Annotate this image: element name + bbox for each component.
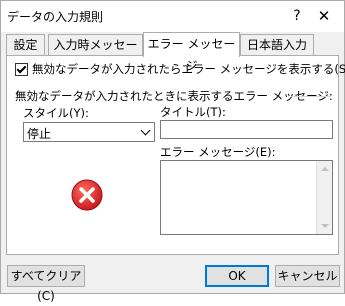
- style-label: スタイル(Y):: [23, 106, 89, 120]
- show-error-checkbox-row[interactable]: 無効なデータが入力されたらエラー メッセージを表示する(S): [15, 61, 345, 77]
- error-message-label: エラー メッセージ(E):: [160, 145, 276, 159]
- scroll-up-arrow-icon[interactable]: [317, 161, 332, 176]
- window-title: データの入力規則: [7, 10, 104, 24]
- ok-button[interactable]: OK: [205, 265, 269, 287]
- error-stop-icon: [71, 179, 103, 211]
- title-bar: データの入力規則 ? ✕: [1, 1, 344, 32]
- style-select[interactable]: 停止: [23, 122, 155, 142]
- chevron-down-icon[interactable]: [136, 123, 154, 141]
- error-message-textarea[interactable]: [160, 160, 333, 235]
- show-error-checkbox[interactable]: [15, 62, 28, 76]
- tab-ime[interactable]: 日本語入力: [240, 34, 314, 55]
- style-select-value: 停止: [27, 127, 52, 141]
- group-divider: [291, 96, 331, 97]
- tab-error-message[interactable]: エラー メッセージ: [143, 32, 240, 73]
- clear-all-button[interactable]: すべてクリア(C): [7, 265, 85, 303]
- group-label: 無効なデータが入力されたときに表示するエラー メッセージ:: [15, 89, 333, 103]
- scroll-down-arrow-icon[interactable]: [317, 219, 332, 234]
- close-button[interactable]: ✕: [309, 5, 339, 27]
- tab-settings[interactable]: 設定: [6, 34, 45, 55]
- tab-input-message[interactable]: 入力時メッセージ: [48, 34, 143, 72]
- title-input[interactable]: [160, 120, 333, 139]
- data-validation-dialog: データの入力規則 ? ✕ 設定 入力時メッセージ エラー メッセージ 日本語入力…: [0, 0, 345, 303]
- help-button[interactable]: ?: [287, 5, 307, 27]
- cancel-button[interactable]: キャンセル: [275, 265, 340, 287]
- title-label: タイトル(T):: [160, 105, 226, 119]
- scrollbar[interactable]: [316, 161, 332, 234]
